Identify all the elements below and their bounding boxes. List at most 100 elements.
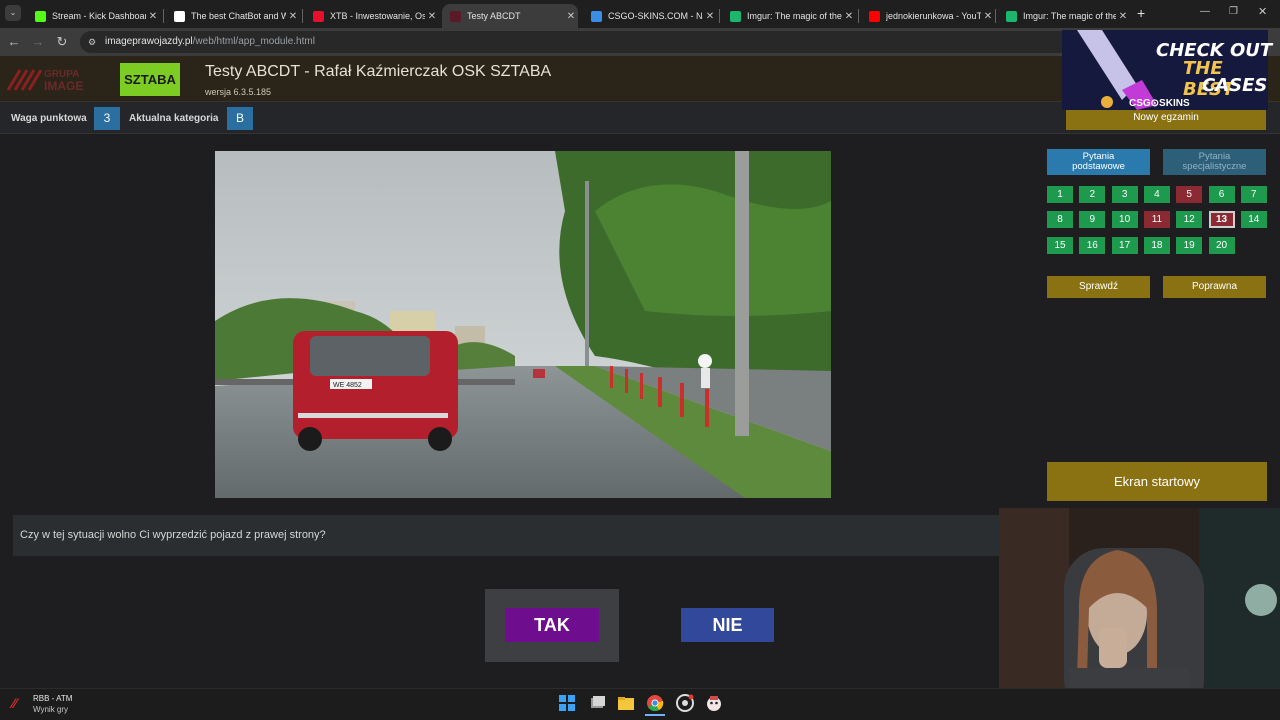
- taskbar-widget-title: RBB - ATM: [33, 694, 73, 703]
- tab-close-icon[interactable]: ✕: [981, 11, 995, 22]
- tab-separator: [302, 9, 303, 23]
- tab-basic-questions-line2: podstawowe: [1072, 161, 1125, 172]
- tab-close-icon[interactable]: ✕: [1116, 11, 1130, 22]
- browser-tab-label: jednokierunkowa - YouTu: [886, 11, 981, 21]
- ad-brand: CSG⊙SKINS: [1129, 98, 1190, 109]
- page-title: Testy ABCDT - Rafał Kaźmierczak OSK SZTA…: [205, 63, 552, 80]
- browser-tab-label: The best ChatBot and Wi: [191, 11, 286, 21]
- tab-separator: [719, 9, 720, 23]
- question-text: Czy w tej sytuacji wolno Ci wyprzedzić p…: [13, 515, 1003, 556]
- question-number-button[interactable]: 14: [1240, 211, 1267, 229]
- tab-special-questions[interactable]: Pytania specjalistyczne: [1163, 149, 1266, 175]
- question-number-button[interactable]: 13: [1208, 211, 1235, 229]
- app-mascot-icon[interactable]: [705, 694, 723, 712]
- tab-close-icon[interactable]: ✕: [564, 11, 578, 22]
- question-number-button[interactable]: 12: [1176, 211, 1203, 229]
- browser-tab-label: Imgur: The magic of the I: [747, 11, 842, 21]
- url-path: /web/html/app_module.html: [192, 36, 315, 47]
- game-widget-icon[interactable]: ⁄⁄: [12, 695, 28, 711]
- question-number-button[interactable]: 16: [1079, 236, 1106, 254]
- question-number-button[interactable]: 3: [1111, 186, 1138, 203]
- browser-tab[interactable]: XTB - Inwestowanie, Oszc ✕: [305, 4, 439, 28]
- tab-close-icon[interactable]: ✕: [425, 11, 439, 22]
- browser-tab[interactable]: Imgur: The magic of the I ✕: [998, 4, 1130, 28]
- question-number-button[interactable]: 1: [1047, 186, 1073, 203]
- category-value: B: [227, 107, 253, 130]
- question-number-button[interactable]: 7: [1240, 186, 1267, 203]
- question-number-button[interactable]: 17: [1111, 236, 1138, 254]
- correct-answer-button[interactable]: Poprawna: [1163, 276, 1266, 298]
- check-button[interactable]: Sprawdź: [1047, 276, 1150, 298]
- weight-label: Waga punktowa: [11, 113, 87, 124]
- tab-separator: [163, 9, 164, 23]
- maximize-button[interactable]: ❐: [1229, 6, 1238, 17]
- question-number-button[interactable]: 5: [1176, 186, 1203, 203]
- browser-tab-label: Imgur: The magic of the I: [1023, 11, 1116, 21]
- category-label: Aktualna kategoria: [129, 113, 219, 124]
- csgo-skins-icon: [591, 10, 602, 22]
- tab-separator: [995, 9, 996, 23]
- url-host: imageprawojazdy.pl: [105, 36, 193, 47]
- question-number-button[interactable]: 9: [1079, 211, 1106, 229]
- kick-icon: [35, 10, 46, 22]
- app-version: wersja 6.3.5.185: [205, 87, 272, 97]
- question-number-button[interactable]: 18: [1143, 236, 1170, 254]
- site-info-icon[interactable]: ⚙: [88, 31, 96, 53]
- browser-tab-label: XTB - Inwestowanie, Oszc: [330, 11, 425, 21]
- question-number-button[interactable]: 19: [1176, 236, 1203, 254]
- tab-close-icon[interactable]: ✕: [703, 11, 717, 22]
- new-exam-button[interactable]: Nowy egzamin: [1066, 110, 1266, 130]
- tab-search-button[interactable]: ⌄: [5, 5, 21, 21]
- new-tab-button[interactable]: +: [1137, 5, 1145, 21]
- sztaba-logo-text: SZTABA: [124, 72, 176, 87]
- back-icon[interactable]: ←: [6, 34, 22, 50]
- tab-close-icon[interactable]: ✕: [286, 11, 300, 22]
- question-number-button[interactable]: 8: [1047, 211, 1073, 229]
- road-scene-image: WE 4852: [215, 151, 831, 498]
- question-number-button[interactable]: 6: [1208, 186, 1235, 203]
- taskbar: [0, 688, 1280, 720]
- browser-tab-label: Stream - Kick Dashboard: [52, 11, 146, 21]
- grupa-image-logo-icon: GRUPA IMAGE: [6, 69, 83, 93]
- task-view-icon[interactable]: [588, 694, 606, 712]
- address-bar[interactable]: ⚙ imageprawojazdy.pl/web/html/app_module…: [80, 31, 1090, 53]
- question-number-button[interactable]: 10: [1111, 211, 1138, 229]
- windows-start-icon[interactable]: [558, 694, 576, 712]
- question-number-button[interactable]: 11: [1143, 211, 1170, 229]
- testy-icon: [450, 10, 461, 22]
- browser-tab[interactable]: Testy ABCDT ✕: [442, 4, 578, 28]
- license-plate: WE 4852: [333, 382, 362, 389]
- chrome-active-indicator: [645, 714, 665, 716]
- question-number-button[interactable]: 4: [1143, 186, 1170, 203]
- chrome-icon[interactable]: [646, 694, 664, 712]
- tab-close-icon[interactable]: ✕: [842, 11, 856, 22]
- window-close-button[interactable]: ✕: [1258, 5, 1267, 18]
- tab-close-icon[interactable]: ✕: [146, 11, 160, 22]
- reload-icon[interactable]: ↻: [54, 34, 70, 50]
- question-number-button[interactable]: 20: [1208, 236, 1235, 254]
- forward-icon[interactable]: →: [30, 34, 46, 50]
- obs-icon[interactable]: [676, 694, 694, 712]
- browser-tab-label: CSGO-SKINS.COM - Najle: [608, 11, 703, 21]
- browser-tab[interactable]: jednokierunkowa - YouTu ✕: [861, 4, 995, 28]
- no-button[interactable]: NIE: [681, 608, 774, 642]
- grupa-image-logo: GRUPA IMAGE: [6, 64, 96, 94]
- browser-tab-label: Testy ABCDT: [467, 11, 521, 21]
- question-number-button[interactable]: 15: [1047, 236, 1073, 254]
- svg-text:IMAGE: IMAGE: [44, 79, 83, 93]
- browser-tab[interactable]: CSGO-SKINS.COM - Najle✕: [583, 4, 717, 28]
- taskbar-widget-subtitle: Wynik gry: [33, 705, 69, 714]
- tab-basic-questions[interactable]: Pytania podstawowe: [1047, 149, 1150, 175]
- browser-tab[interactable]: The best ChatBot and Wi ✕: [166, 4, 300, 28]
- imgur-icon: [1006, 10, 1017, 22]
- tab-separator: [858, 9, 859, 23]
- browser-tab[interactable]: Imgur: The magic of the I ✕: [722, 4, 856, 28]
- minimize-button[interactable]: —: [1200, 6, 1210, 17]
- start-screen-button[interactable]: Ekran startowy: [1047, 462, 1267, 501]
- botrix-icon: [174, 10, 185, 22]
- question-number-button[interactable]: 2: [1079, 186, 1106, 203]
- yes-button[interactable]: TAK: [505, 608, 599, 642]
- file-explorer-icon[interactable]: [617, 694, 635, 712]
- browser-tab[interactable]: Stream - Kick Dashboard ✕: [27, 4, 160, 28]
- ad-text-line3: CASES: [1202, 75, 1268, 96]
